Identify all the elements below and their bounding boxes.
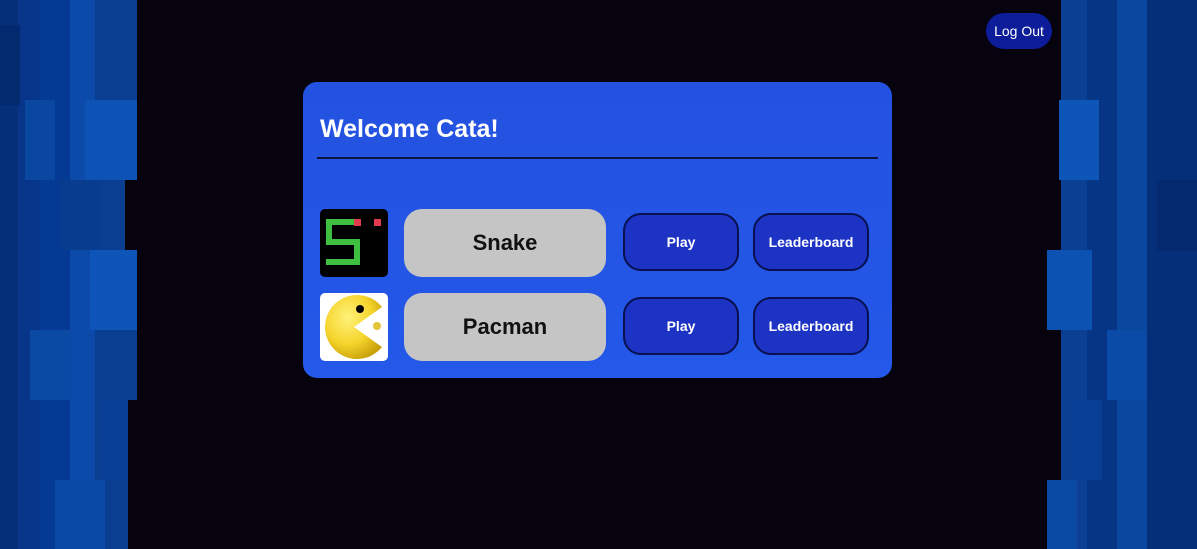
logout-button[interactable]: Log Out xyxy=(986,13,1052,49)
play-snake-button[interactable]: Play xyxy=(623,213,739,271)
game-row-snake: Snake Play Leaderboard xyxy=(320,209,880,277)
left-decorative-stripes xyxy=(0,0,150,549)
game-name-snake: Snake xyxy=(404,209,606,277)
snake-game-icon xyxy=(320,209,388,277)
game-row-pacman: Pacman Play Leaderboard xyxy=(320,293,880,361)
right-decorative-stripes xyxy=(1047,0,1197,549)
pacman-icon xyxy=(320,293,388,361)
game-name-pacman: Pacman xyxy=(404,293,606,361)
play-pacman-button[interactable]: Play xyxy=(623,297,739,355)
welcome-heading: Welcome Cata! xyxy=(320,115,499,143)
app-background: Log Out Welcome Cata! Snake Play Leaderb… xyxy=(0,0,1197,549)
leaderboard-pacman-button[interactable]: Leaderboard xyxy=(753,297,869,355)
games-panel: Welcome Cata! Snake Play Leaderboard Pac… xyxy=(303,82,892,378)
divider xyxy=(317,157,878,159)
leaderboard-snake-button[interactable]: Leaderboard xyxy=(753,213,869,271)
